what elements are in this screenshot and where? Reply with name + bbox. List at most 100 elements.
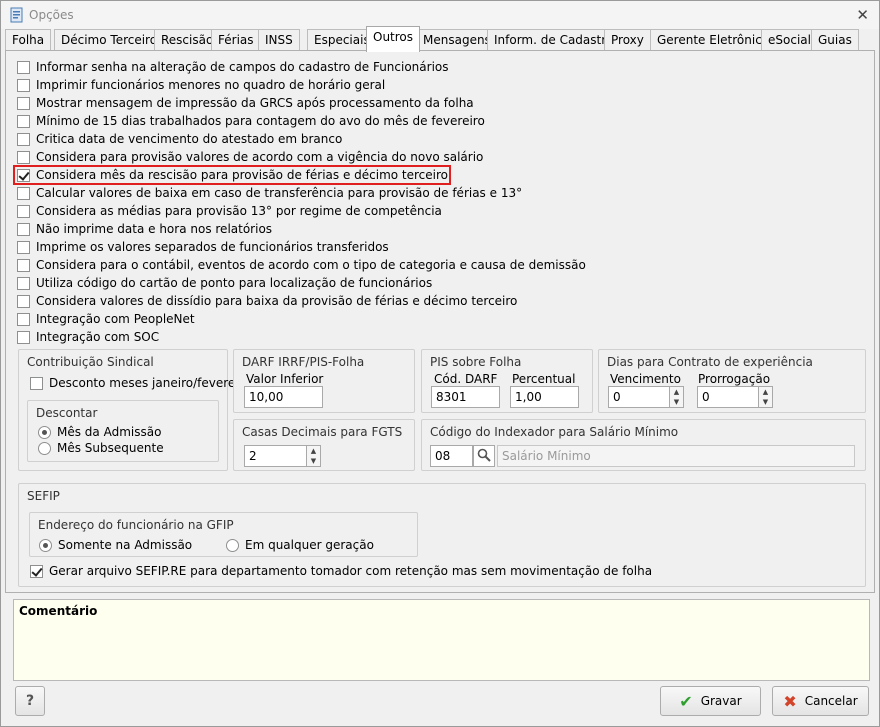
option-checkbox[interactable]: Imprime os valores separados de funcioná… [17,238,389,256]
checkbox-label: Calcular valores de baixa em caso de tra… [36,186,523,200]
checkbox-box[interactable] [17,204,30,218]
group-title: SEFIP [27,489,60,503]
option-checkbox[interactable]: Não imprime data e hora nos relatórios [17,220,272,238]
checkbox-box[interactable] [17,186,30,200]
radio-dot[interactable] [226,538,239,552]
radio-dot[interactable] [39,538,52,552]
search-button[interactable] [473,445,495,467]
checkbox-label: Mínimo de 15 dias trabalhados para conta… [36,114,485,128]
group-title: Endereço do funcionário na GFIP [38,518,234,532]
tab-inss[interactable]: INSS [258,29,300,51]
spin-down-icon[interactable]: ▼ [670,397,683,407]
tab-gerente-eletronico[interactable]: Gerente Eletrônico [650,29,777,51]
options-window: Opções ✕ Folha Décimo Terceiro Rescisão … [0,0,880,727]
app-icon [10,7,23,23]
option-checkbox[interactable]: Critica data de vencimento do atestado e… [17,130,342,148]
cod-darf-label: Cód. DARF [434,372,498,386]
spin-up-icon[interactable]: ▲ [670,387,683,397]
radio-dot[interactable] [38,441,51,455]
tab-ferias[interactable]: Férias [211,29,261,51]
tab-mensagens[interactable]: Mensagens [416,29,498,51]
spin-up-icon[interactable]: ▲ [307,446,320,456]
checkbox-label: Mostrar mensagem de impressão da GRCS ap… [36,96,474,110]
indexador-code-input[interactable]: 08 [430,445,473,467]
checkbox-label: Imprimir funcionários menores no quadro … [36,78,386,92]
checkbox-box[interactable] [17,240,30,254]
help-icon: ? [25,693,35,709]
radio-mes-subsequente[interactable]: Mês Subsequente [38,440,164,456]
radio-label: Mês Subsequente [57,441,164,455]
tab-bar: Folha Décimo Terceiro Rescisão Férias IN… [5,26,875,52]
checkbox-box[interactable] [17,132,30,146]
option-checkbox[interactable]: Calcular valores de baixa em caso de tra… [17,184,522,202]
close-icon[interactable]: ✕ [856,6,869,24]
spin-down-icon[interactable]: ▼ [759,397,772,407]
percentual-label: Percentual [512,372,576,386]
radio-qualquer-geracao[interactable]: Em qualquer geração [226,537,374,553]
option-checkbox[interactable]: Considera para o contábil, eventos de ac… [17,256,586,274]
option-checkbox[interactable]: Considera para provisão valores de acord… [17,148,483,166]
checkbox-box[interactable] [17,222,30,236]
option-checkbox[interactable]: Imprimir funcionários menores no quadro … [17,76,385,94]
checkbox-box[interactable] [30,376,43,390]
help-button[interactable]: ? [15,686,45,716]
option-checkbox[interactable]: Mostrar mensagem de impressão da GRCS ap… [17,94,474,112]
checkbox-box[interactable] [17,258,30,272]
prorrogacao-input[interactable]: 0 [697,386,759,408]
fgts-decimais-input[interactable]: 2 [244,445,307,467]
cod-darf-input[interactable]: 8301 [431,386,500,408]
valor-inferior-label: Valor Inferior [246,372,324,386]
option-checkbox[interactable]: Integração com PeopleNet [17,310,195,328]
tab-guias[interactable]: Guias [811,29,859,51]
option-checkbox[interactable]: Informar senha na alteração de campos do… [17,58,449,76]
tab-esocial[interactable]: eSocial [761,29,818,51]
valor-inferior-input[interactable]: 10,00 [244,386,323,408]
fgts-spinner[interactable]: ▲ ▼ [307,445,321,467]
comment-title: Comentário [19,604,98,618]
checkbox-label: Considera para provisão valores de acord… [36,150,484,164]
comment-box[interactable]: Comentário [13,599,870,681]
option-checkbox[interactable]: Considera as médias para provisão 13° po… [17,202,442,220]
option-checkbox[interactable]: Considera valores de dissídio para baixa… [17,292,517,310]
radio-somente-admissao[interactable]: Somente na Admissão [39,537,192,553]
desconto-checkbox[interactable]: Desconto meses janeiro/fevereiro [30,374,251,392]
option-checkbox[interactable]: Integração com SOC [17,328,159,346]
vencimento-input[interactable]: 0 [608,386,670,408]
checkbox-box[interactable] [17,96,30,110]
checkbox-box[interactable] [17,150,30,164]
checkbox-label: Utiliza código do cartão de ponto para l… [36,276,433,290]
radio-mes-admissao[interactable]: Mês da Admissão [38,424,161,440]
tab-proxy[interactable]: Proxy [604,29,651,51]
option-checkbox[interactable]: Utiliza código do cartão de ponto para l… [17,274,432,292]
checkbox-label: Gerar arquivo SEFIP.RE para departamento… [49,564,653,578]
tab-decimo-terceiro[interactable]: Décimo Terceiro [54,29,165,51]
spin-down-icon[interactable]: ▼ [307,456,320,466]
prorrogacao-spinner[interactable]: ▲ ▼ [759,386,773,408]
checkbox-label: Integração com PeopleNet [36,312,195,326]
tab-folha[interactable]: Folha [5,29,52,51]
cancel-label: Cancelar [804,694,858,708]
vencimento-spinner[interactable]: ▲ ▼ [670,386,684,408]
tab-outros[interactable]: Outros [366,26,421,52]
checkbox-box[interactable] [17,78,30,92]
gerar-sefip-checkbox[interactable]: Gerar arquivo SEFIP.RE para departamento… [30,562,652,580]
percentual-input[interactable]: 1,00 [510,386,579,408]
radio-label: Em qualquer geração [245,538,374,552]
checkbox-box[interactable] [17,294,30,308]
vencimento-label: Vencimento [610,372,681,386]
cancel-button[interactable]: ✖ Cancelar [772,686,869,716]
checkbox-box[interactable] [17,276,30,290]
radio-label: Mês da Admissão [57,425,162,439]
save-button[interactable]: ✔ Gravar [660,686,761,716]
option-checkbox[interactable]: Mínimo de 15 dias trabalhados para conta… [17,112,485,130]
tab-inform-cadastro[interactable]: Inform. de Cadastro [487,29,621,51]
checkbox-box[interactable] [17,312,30,326]
checkbox-box[interactable] [17,114,30,128]
checkbox-box[interactable] [17,330,30,344]
radio-dot[interactable] [38,425,51,439]
checkbox-label: Critica data de vencimento do atestado e… [36,132,343,146]
checkbox-box[interactable] [30,564,43,578]
checkbox-box[interactable] [17,60,30,74]
search-icon[interactable] [477,448,491,462]
spin-up-icon[interactable]: ▲ [759,387,772,397]
